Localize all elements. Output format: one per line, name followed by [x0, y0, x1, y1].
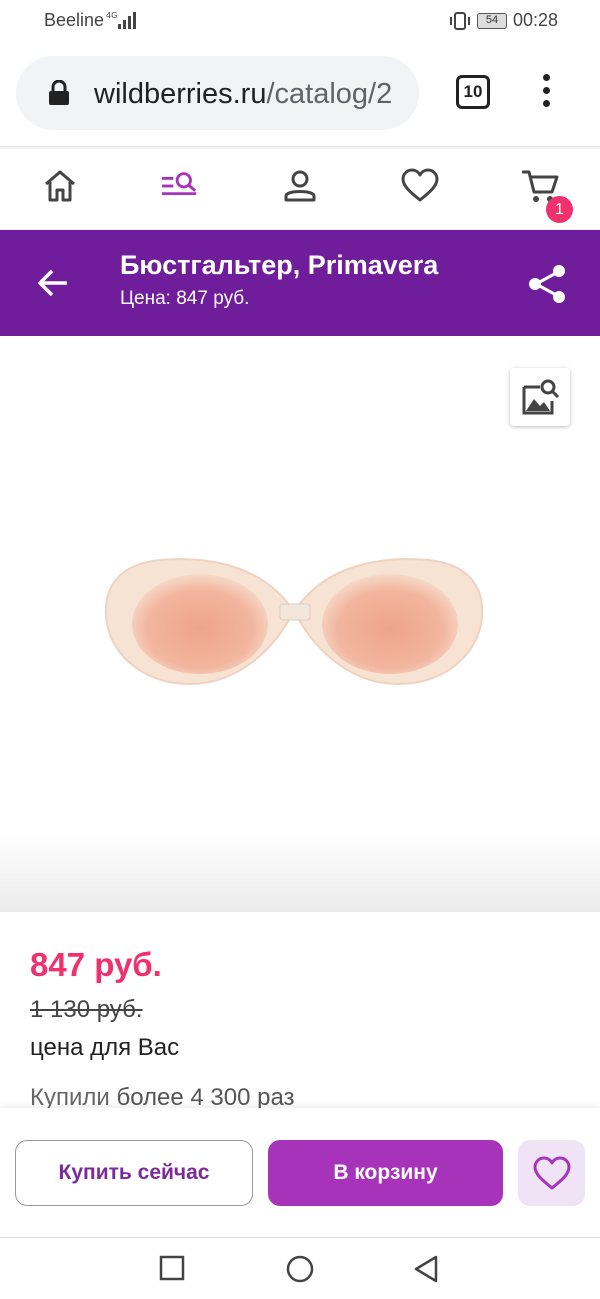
- profile-icon[interactable]: [280, 166, 320, 206]
- old-price: 1 130 руб.: [30, 996, 143, 1023]
- tab-switcher-button[interactable]: 10: [456, 75, 490, 109]
- heart-icon: [533, 1156, 571, 1190]
- catalog-search-icon[interactable]: [160, 166, 200, 206]
- status-bar: Beeline 4G 54 00:28: [0, 0, 600, 40]
- back-triangle-icon[interactable]: [412, 1254, 440, 1284]
- url-path: /catalog/2: [266, 78, 393, 110]
- add-to-cart-button[interactable]: В корзину: [268, 1140, 503, 1206]
- buy-now-button[interactable]: Купить сейчас: [15, 1140, 253, 1206]
- purchase-count: Купили более 4 300 раз: [30, 1084, 295, 1109]
- product-gallery[interactable]: [0, 336, 600, 912]
- product-subtitle: Цена: 847 руб.: [120, 288, 250, 309]
- battery-icon: 54: [476, 12, 507, 29]
- browser-toolbar: wildberries.ru/catalog/2 10: [0, 40, 600, 146]
- status-right: 54 00:28: [449, 10, 558, 31]
- recent-apps-icon[interactable]: [158, 1254, 186, 1282]
- home-circle-icon[interactable]: [285, 1254, 315, 1284]
- home-icon[interactable]: [40, 166, 80, 206]
- favorites-icon[interactable]: [400, 166, 440, 206]
- browser-menu-button[interactable]: [536, 74, 556, 112]
- system-navigation-bar: [0, 1237, 600, 1299]
- clock: 00:28: [512, 10, 558, 30]
- product-header: Бюстгальтер, Primavera Цена: 847 руб.: [0, 230, 600, 336]
- carrier-name: Beeline: [44, 10, 105, 30]
- price-note: цена для Вас: [30, 1034, 180, 1061]
- back-arrow-icon[interactable]: [36, 266, 70, 300]
- cart-count-badge: 1: [546, 196, 573, 223]
- address-bar[interactable]: wildberries.ru/catalog/2: [16, 56, 419, 130]
- search-by-photo-button[interactable]: [510, 368, 570, 426]
- price-section: 847 руб. 1 130 руб. цена для Вас Купили …: [0, 912, 600, 1109]
- site-nav: [0, 150, 600, 230]
- share-icon[interactable]: [526, 263, 568, 305]
- image-search-icon: [522, 379, 560, 415]
- url-text: wildberries.ru/catalog/2: [94, 78, 392, 111]
- product-title: Бюстгальтер, Primavera: [120, 250, 439, 280]
- purchase-count-value: более 4 300 раз: [116, 1084, 295, 1109]
- product-photo: [104, 558, 484, 686]
- action-bar: Купить сейчас В корзину: [0, 1108, 600, 1237]
- purchase-count-prefix: Купили: [30, 1084, 110, 1109]
- current-price: 847 руб.: [30, 946, 162, 983]
- vibrate-icon: [449, 11, 470, 30]
- add-to-favorites-button[interactable]: [518, 1140, 585, 1206]
- url-host: wildberries.ru: [94, 78, 267, 110]
- svg-text:4G: 4G: [106, 11, 117, 20]
- signal-icon: 4G: [106, 11, 136, 29]
- lock-icon: [49, 80, 69, 105]
